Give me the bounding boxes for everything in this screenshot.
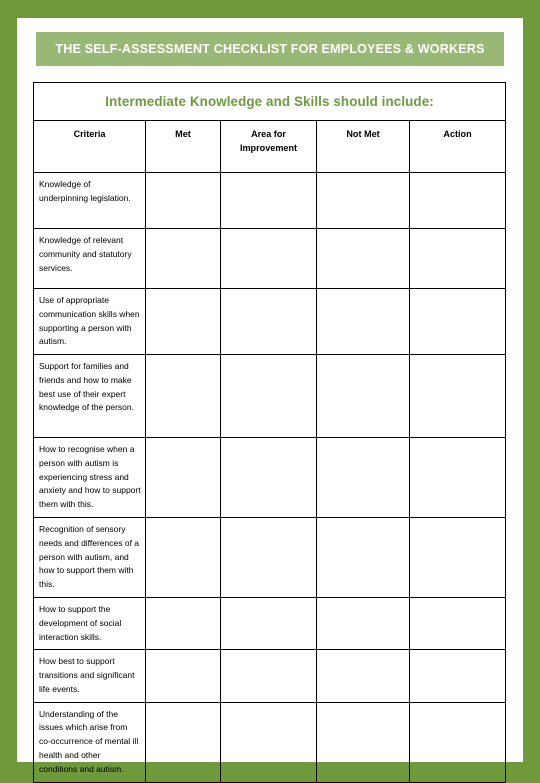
criteria-text: Knowledge of underpinning legislation. [39, 179, 131, 203]
checkbox-cell-area-for-improvement[interactable] [220, 649, 317, 703]
criteria-cell: Recognition of sensory needs and differe… [33, 517, 146, 599]
checkbox-cell-met[interactable] [145, 437, 221, 519]
checkbox-cell-action[interactable] [408, 228, 507, 289]
subtitle-row: Intermediate Knowledge and Skills should… [32, 82, 507, 121]
checkbox-cell-not-met[interactable] [316, 597, 410, 651]
section-subtitle: Intermediate Knowledge and Skills should… [105, 93, 434, 109]
checkbox-cell-not-met[interactable] [316, 354, 410, 439]
column-header-criteria-label: Criteria [73, 129, 106, 139]
checkbox-cell-area-for-improvement[interactable] [220, 437, 317, 519]
checkbox-cell-action[interactable] [408, 597, 507, 651]
checkbox-cell-not-met[interactable] [316, 287, 410, 356]
checkbox-cell-area-for-improvement[interactable] [220, 597, 317, 651]
criteria-cell: Support for families and friends and how… [33, 354, 146, 439]
checkbox-cell-area-for-improvement[interactable] [220, 172, 317, 229]
checkbox-cell-action[interactable] [408, 701, 507, 783]
checkbox-cell-area-for-improvement[interactable] [220, 287, 317, 356]
page-card: THE SELF-ASSESSMENT CHECKLIST FOR EMPLOY… [17, 18, 523, 783]
table-row: How to recognise when a person with auti… [33, 437, 507, 519]
checkbox-cell-action[interactable] [408, 172, 507, 229]
checkbox-cell-action[interactable] [408, 437, 507, 519]
table-header-row: Criteria Met Area for Improvement Not Me… [33, 120, 507, 173]
criteria-cell: Knowledge of relevant community and stat… [33, 228, 146, 289]
criteria-cell: Understanding of the issues which arise … [33, 701, 146, 783]
checkbox-cell-action[interactable] [408, 354, 507, 439]
column-header-not-met: Not Met [316, 120, 410, 173]
checkbox-cell-not-met[interactable] [316, 228, 410, 289]
checkbox-cell-action[interactable] [408, 517, 507, 599]
column-header-not-met-label: Not Met [346, 129, 380, 139]
checkbox-cell-action[interactable] [408, 287, 507, 356]
table-row: Knowledge of underpinning legislation. [33, 172, 507, 229]
criteria-text: Understanding of the issues which arise … [39, 708, 139, 774]
table-row: Use of appropriate communication skills … [33, 287, 507, 356]
checkbox-cell-met[interactable] [145, 597, 221, 651]
column-header-area-for-improvement-label: Area for Improvement [239, 129, 298, 154]
criteria-text: Recognition of sensory needs and differe… [39, 524, 140, 590]
criteria-cell: Knowledge of underpinning legislation. [33, 172, 146, 229]
column-header-met: Met [145, 120, 221, 173]
checkbox-cell-not-met[interactable] [316, 437, 410, 519]
column-header-met-label: Met [175, 129, 191, 139]
table-row: Knowledge of relevant community and stat… [33, 228, 507, 289]
criteria-text: Use of appropriate communication skills … [39, 295, 140, 347]
checkbox-cell-met[interactable] [145, 354, 221, 439]
column-header-criteria: Criteria [33, 120, 146, 173]
column-header-area-for-improvement: Area for Improvement [220, 120, 317, 173]
criteria-text: Support for families and friends and how… [39, 361, 134, 413]
table-row: How best to support transitions and sign… [33, 649, 507, 703]
checkbox-cell-met[interactable] [145, 287, 221, 356]
checkbox-cell-not-met[interactable] [316, 517, 410, 599]
checkbox-cell-met[interactable] [145, 172, 221, 229]
checkbox-cell-met[interactable] [145, 517, 221, 599]
checkbox-cell-met[interactable] [145, 701, 221, 783]
checkbox-cell-action[interactable] [408, 649, 507, 703]
checkbox-cell-met[interactable] [145, 228, 221, 289]
subtitle-cell: Intermediate Knowledge and Skills should… [32, 82, 507, 121]
checkbox-cell-area-for-improvement[interactable] [220, 354, 317, 439]
table-row: Understanding of the issues which arise … [33, 701, 507, 783]
criteria-text: How to support the development of social… [39, 604, 122, 642]
criteria-cell: How best to support transitions and sign… [33, 649, 146, 703]
checklist-table-body: Intermediate Knowledge and Skills should… [32, 82, 507, 783]
criteria-text: How best to support transitions and sign… [39, 656, 135, 694]
table-row: Support for families and friends and how… [33, 354, 507, 439]
checkbox-cell-met[interactable] [145, 649, 221, 703]
checkbox-cell-not-met[interactable] [316, 172, 410, 229]
title-banner: THE SELF-ASSESSMENT CHECKLIST FOR EMPLOY… [36, 32, 504, 66]
table-row: Recognition of sensory needs and differe… [33, 517, 507, 599]
criteria-text: How to recognise when a person with auti… [39, 444, 141, 510]
checkbox-cell-area-for-improvement[interactable] [220, 228, 317, 289]
checkbox-cell-area-for-improvement[interactable] [220, 701, 317, 783]
checkbox-cell-area-for-improvement[interactable] [220, 517, 317, 599]
checkbox-cell-not-met[interactable] [316, 649, 410, 703]
checkbox-cell-not-met[interactable] [316, 701, 410, 783]
checklist-title: THE SELF-ASSESSMENT CHECKLIST FOR EMPLOY… [55, 42, 485, 56]
criteria-cell: How to recognise when a person with auti… [33, 437, 146, 519]
column-header-action-label: Action [443, 129, 472, 139]
criteria-text: Knowledge of relevant community and stat… [39, 235, 132, 273]
table-row: How to support the development of social… [33, 597, 507, 651]
self-assessment-checklist-table: Intermediate Knowledge and Skills should… [32, 82, 507, 783]
criteria-cell: Use of appropriate communication skills … [33, 287, 146, 356]
column-header-action: Action [408, 120, 507, 173]
criteria-cell: How to support the development of social… [33, 597, 146, 651]
